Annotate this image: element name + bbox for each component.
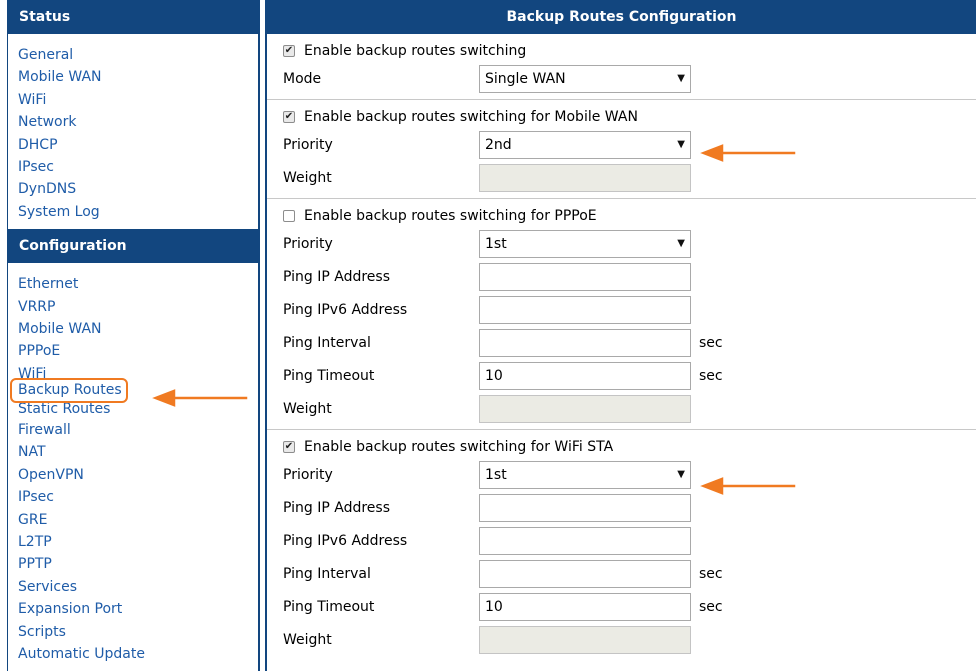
sidebar-item-ipsec-status[interactable]: IPsec [8,156,258,178]
wifi-sta-weight-input [479,625,691,654]
pppoe-weight-input [479,394,691,423]
wifi-sta-ping-ip-label: Ping IP Address [283,499,391,516]
pppoe-weight-label: Weight [283,400,332,417]
mobile-wan-weight-input [479,163,691,192]
wifi-sta-ping-interval-label: Ping Interval [283,565,371,582]
sidebar-item-wifi-status[interactable]: WiFi [8,89,258,111]
pppoe-ping-interval-input[interactable] [479,328,691,357]
pppoe-ping-timeout-unit: sec [699,367,723,384]
mobile-wan-weight-label: Weight [283,169,332,186]
pppoe-ping-ip-label: Ping IP Address [283,268,391,285]
pppoe-ping-timeout-label: Ping Timeout [283,367,375,384]
sidebar-nav: Status General Mobile WAN WiFi Network D… [7,0,260,671]
enable-backup-routes-checkbox[interactable]: ✔ [283,45,295,57]
mode-select-value: Single WAN [485,70,566,87]
chevron-down-icon: ▼ [677,468,685,480]
chevron-down-icon: ▼ [677,138,685,150]
sidebar-item-ethernet[interactable]: Ethernet [8,273,258,295]
highlight-arrow-icon [695,474,797,498]
sidebar-item-network[interactable]: Network [8,111,258,133]
chevron-down-icon: ▼ [677,72,685,84]
pppoe-priority-value: 1st [485,235,507,252]
backup-routes-panel: Backup Routes Configuration ✔ Enable bac… [265,0,976,671]
configuration-section-title: Configuration [8,229,258,264]
enable-mobile-wan-checkbox[interactable]: ✔ [283,111,295,123]
wifi-sta-ping-ipv6-input[interactable] [479,526,691,555]
enable-backup-routes-label: Enable backup routes switching [304,43,527,59]
sidebar-item-ipsec[interactable]: IPsec [8,486,258,508]
mobile-wan-priority-select[interactable]: 2nd ▼ [479,130,691,159]
pppoe-priority-select[interactable]: 1st ▼ [479,229,691,258]
sidebar-item-vrrp[interactable]: VRRP [8,296,258,318]
chevron-down-icon: ▼ [677,237,685,249]
mobile-wan-priority-label: Priority [283,136,333,153]
pppoe-ping-ipv6-label: Ping IPv6 Address [283,301,408,318]
wifi-sta-ping-interval-unit: sec [699,565,723,582]
pppoe-section: Enable backup routes switching for PPPoE… [267,199,976,430]
pppoe-ping-timeout-input[interactable]: 10 [479,361,691,390]
sidebar-item-mobile-wan[interactable]: Mobile WAN [8,318,258,340]
wifi-sta-weight-label: Weight [283,631,332,648]
sidebar-item-dyndns[interactable]: DynDNS [8,178,258,200]
sidebar-item-gre[interactable]: GRE [8,509,258,531]
pppoe-ping-interval-label: Ping Interval [283,334,371,351]
sidebar-item-general[interactable]: General [8,44,258,66]
wifi-sta-ping-timeout-input[interactable]: 10 [479,592,691,621]
sidebar-item-l2tp[interactable]: L2TP [8,531,258,553]
enable-pppoe-checkbox[interactable] [283,210,295,222]
enable-wifi-sta-checkbox[interactable]: ✔ [283,441,295,453]
pppoe-ping-interval-unit: sec [699,334,723,351]
highlight-arrow-icon [695,141,797,165]
enable-pppoe-label: Enable backup routes switching for PPPoE [304,208,597,224]
sidebar-item-wifi[interactable]: WiFi [8,363,258,378]
wifi-sta-ping-timeout-unit: sec [699,598,723,615]
sidebar-item-backup-routes[interactable]: Backup Routes [10,377,128,403]
sidebar-item-openvpn[interactable]: OpenVPN [8,464,258,486]
page-title: Backup Routes Configuration [267,0,976,34]
mode-select[interactable]: Single WAN ▼ [479,64,691,93]
wifi-sta-priority-value: 1st [485,466,507,483]
sidebar-item-firewall[interactable]: Firewall [8,419,258,441]
status-menu: General Mobile WAN WiFi Network DHCP IPs… [8,34,258,229]
mobile-wan-section: ✔ Enable backup routes switching for Mob… [267,100,976,199]
wifi-sta-ping-ip-input[interactable] [479,493,691,522]
sidebar-item-mobile-wan-status[interactable]: Mobile WAN [8,66,258,88]
wifi-sta-priority-select[interactable]: 1st ▼ [479,460,691,489]
sidebar-item-pppoe[interactable]: PPPoE [8,340,258,362]
wifi-sta-ping-ipv6-label: Ping IPv6 Address [283,532,408,549]
enable-wifi-sta-label: Enable backup routes switching for WiFi … [304,439,614,455]
status-section-title: Status [8,0,258,34]
pppoe-ping-ip-input[interactable] [479,262,691,291]
sidebar-item-dhcp[interactable]: DHCP [8,134,258,156]
sidebar-item-scripts[interactable]: Scripts [8,621,258,643]
sidebar-item-pptp[interactable]: PPTP [8,553,258,575]
wifi-sta-section: ✔ Enable backup routes switching for WiF… [267,430,976,660]
wifi-sta-priority-label: Priority [283,466,333,483]
configuration-menu: Ethernet VRRP Mobile WAN PPPoE WiFi Back… [8,263,258,671]
enable-mobile-wan-label: Enable backup routes switching for Mobil… [304,109,638,125]
wifi-sta-ping-timeout-label: Ping Timeout [283,598,375,615]
sidebar-item-expansion-port[interactable]: Expansion Port [8,598,258,620]
general-section: ✔ Enable backup routes switching Mode Si… [267,34,976,100]
sidebar-item-system-log[interactable]: System Log [8,201,258,223]
mode-label: Mode [283,70,322,87]
sidebar-item-automatic-update[interactable]: Automatic Update [8,643,258,665]
mobile-wan-priority-value: 2nd [485,136,512,153]
highlight-arrow-icon [147,386,249,410]
sidebar-item-services[interactable]: Services [8,576,258,598]
pppoe-ping-ipv6-input[interactable] [479,295,691,324]
wifi-sta-ping-interval-input[interactable] [479,559,691,588]
sidebar-item-nat[interactable]: NAT [8,441,258,463]
pppoe-priority-label: Priority [283,235,333,252]
